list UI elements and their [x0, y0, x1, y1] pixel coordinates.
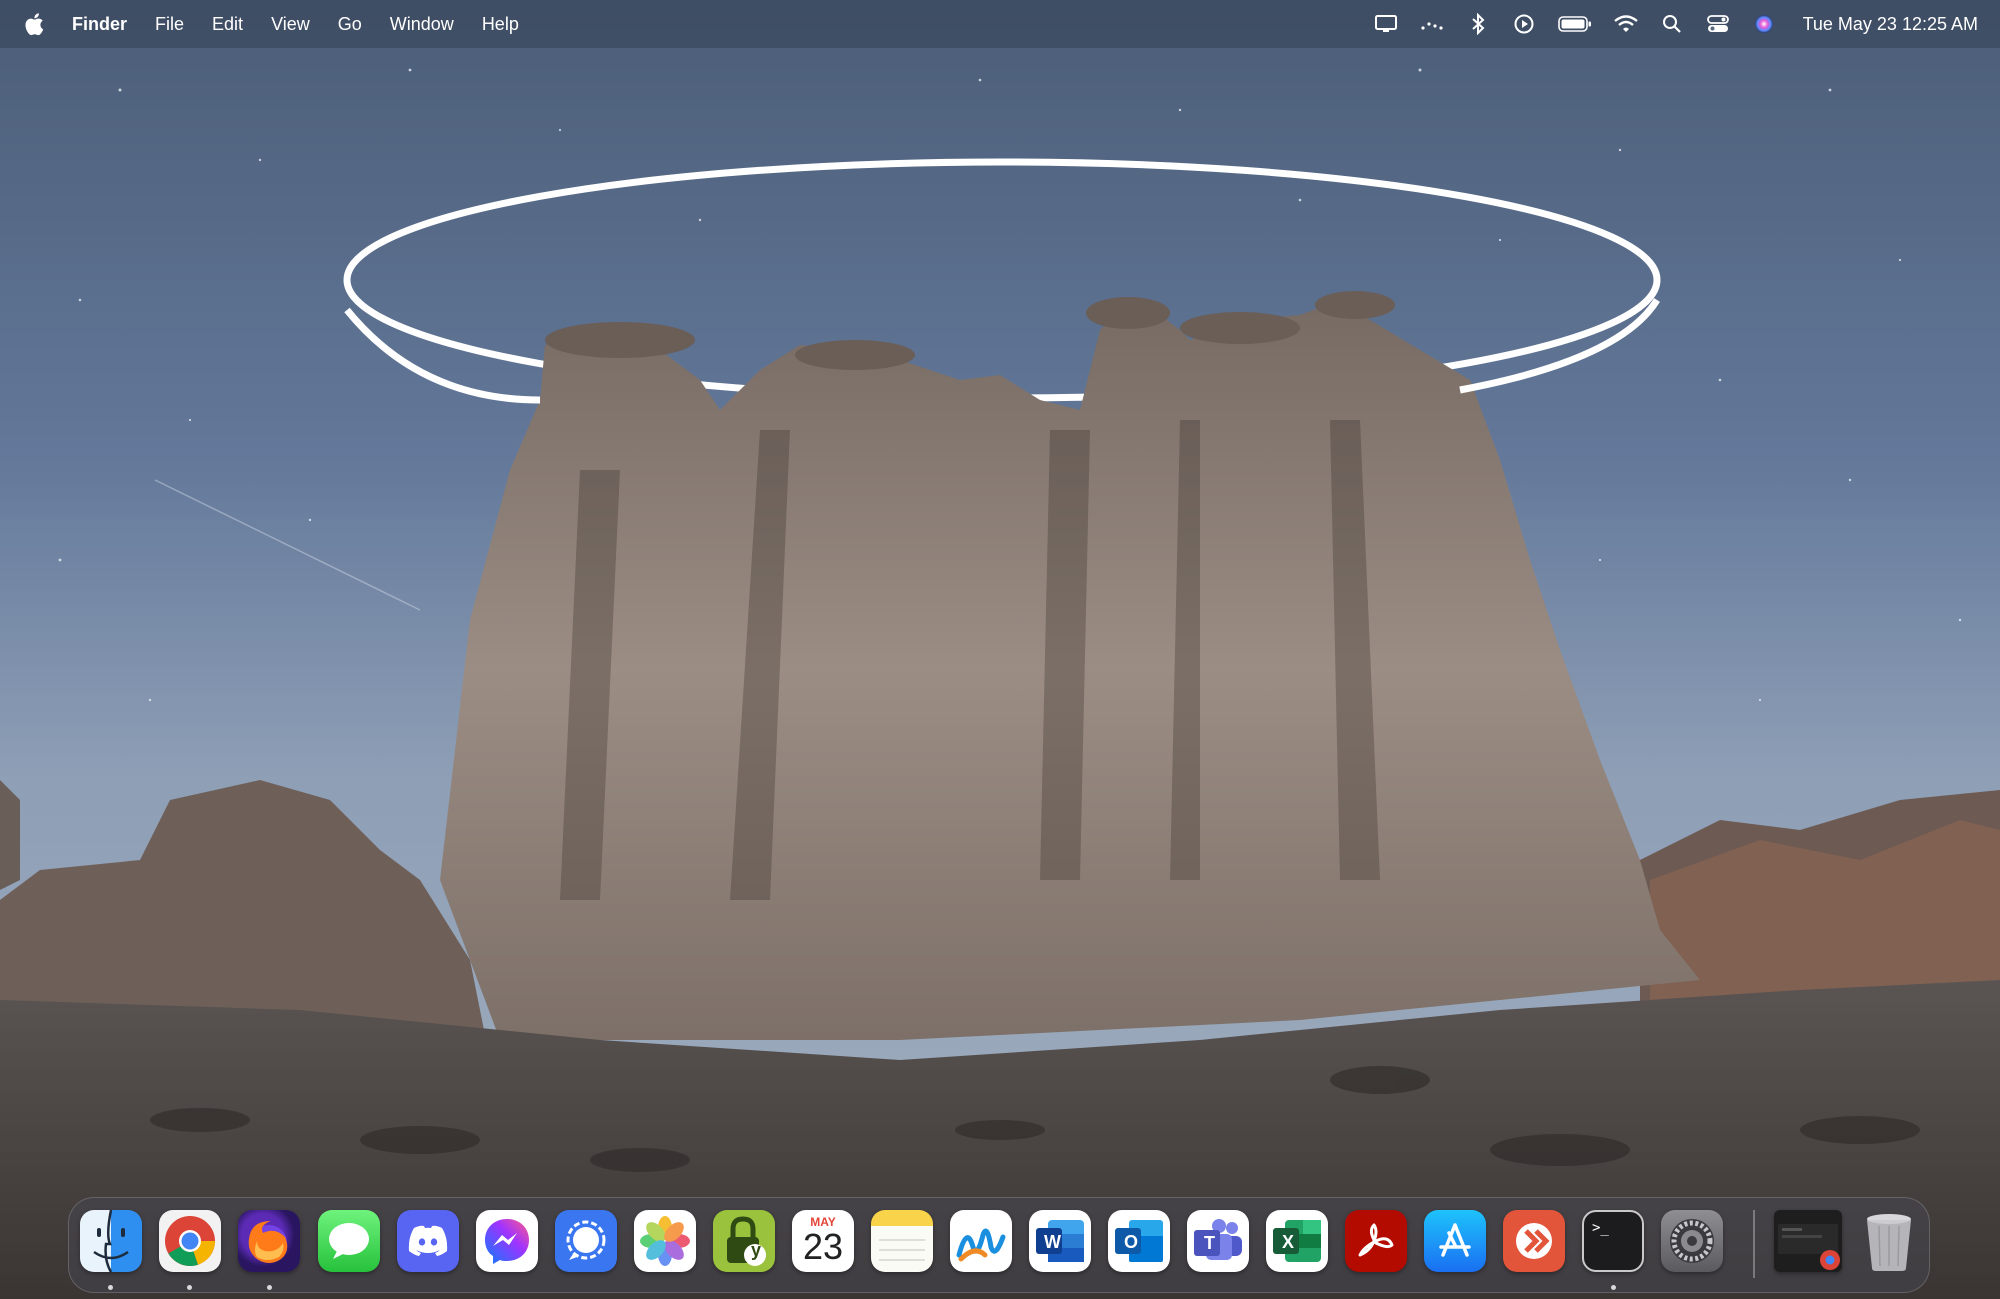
running-indicator — [187, 1285, 192, 1290]
dock-discord[interactable] — [397, 1210, 459, 1272]
menu-bar: Finder File Edit View Go Window Help Tue… — [0, 0, 2000, 48]
running-indicator — [1611, 1285, 1616, 1290]
discord-icon — [408, 1225, 448, 1256]
excel-letter: X — [1282, 1232, 1295, 1252]
teams-icon — [1194, 1219, 1242, 1260]
running-indicator — [267, 1285, 272, 1290]
freeform-icon — [956, 1228, 1006, 1262]
calendar-day: 23 — [802, 1226, 844, 1267]
dock-system-settings[interactable] — [1661, 1210, 1723, 1272]
settings-gear-icon — [1670, 1219, 1714, 1263]
acrobat-icon — [1358, 1223, 1394, 1257]
dock-outlook[interactable]: O — [1108, 1210, 1170, 1272]
display-icon[interactable] — [1373, 12, 1399, 36]
dock-photos[interactable] — [634, 1210, 696, 1272]
menu-file[interactable]: File — [155, 14, 184, 35]
dock-remote-desktop[interactable] — [1503, 1210, 1565, 1272]
dock-freeform[interactable] — [950, 1210, 1012, 1272]
signal-icon — [566, 1220, 606, 1260]
siri-icon[interactable] — [1751, 12, 1777, 36]
dock-separator — [1753, 1210, 1755, 1278]
dock-chrome[interactable] — [159, 1210, 221, 1272]
dock-calendar[interactable]: MAY 23 — [792, 1210, 854, 1272]
running-indicator — [108, 1285, 113, 1290]
spotlight-search-icon[interactable] — [1659, 12, 1685, 36]
menu-edit[interactable]: Edit — [212, 14, 243, 35]
dock-signal[interactable] — [555, 1210, 617, 1272]
dock-trash[interactable] — [1858, 1210, 1920, 1272]
menu-app-finder[interactable]: Finder — [72, 14, 127, 35]
dock-terminal[interactable]: >_ — [1582, 1210, 1644, 1272]
dock-finder[interactable] — [80, 1210, 142, 1272]
dock-word[interactable]: W — [1029, 1210, 1091, 1272]
chrome-icon — [165, 1216, 215, 1266]
battery-icon[interactable] — [1557, 12, 1593, 36]
dock-app-store[interactable] — [1424, 1210, 1486, 1272]
dock-teams[interactable]: T — [1187, 1210, 1249, 1272]
notes-icon — [879, 1239, 925, 1261]
firefox-icon — [248, 1221, 288, 1263]
play-circle-icon[interactable] — [1511, 12, 1537, 36]
chrome-window-thumbnail — [1778, 1224, 1840, 1270]
remote-desktop-icon — [1516, 1223, 1552, 1259]
menu-help[interactable]: Help — [482, 14, 519, 35]
messenger-icon — [485, 1219, 529, 1264]
app-store-icon — [1439, 1223, 1471, 1257]
finder-icon — [93, 1210, 129, 1272]
dock-acrobat[interactable] — [1345, 1210, 1407, 1272]
menu-window[interactable]: Window — [390, 14, 454, 35]
messages-icon — [329, 1223, 369, 1259]
bluetooth-icon[interactable] — [1465, 12, 1491, 36]
dock-firefox[interactable] — [238, 1210, 300, 1272]
menu-view[interactable]: View — [271, 14, 310, 35]
outlook-icon — [1115, 1220, 1163, 1262]
apple-menu-icon[interactable] — [24, 12, 44, 36]
status-area: Tue May 23 12:25 AM — [1353, 0, 1978, 48]
weather-dots-icon[interactable] — [1419, 12, 1445, 36]
menu-go[interactable]: Go — [338, 14, 362, 35]
dock-messages[interactable] — [318, 1210, 380, 1272]
dock-excel[interactable]: X — [1266, 1210, 1328, 1272]
menu-clock[interactable]: Tue May 23 12:25 AM — [1803, 14, 1978, 35]
wifi-icon[interactable] — [1613, 12, 1639, 36]
teams-letter: T — [1204, 1233, 1215, 1253]
yubico-letter: y — [751, 1240, 762, 1260]
outlook-letter: O — [1124, 1232, 1139, 1252]
control-center-icon[interactable] — [1705, 12, 1731, 36]
trash-icon — [1867, 1214, 1911, 1271]
terminal-icon: >_ — [1592, 1220, 1609, 1236]
dock-messenger[interactable] — [476, 1210, 538, 1272]
dock-notes[interactable] — [871, 1210, 933, 1272]
lock-y-icon — [727, 1216, 766, 1266]
dock-recent-chrome-window[interactable] — [1774, 1210, 1842, 1272]
word-letter: W — [1044, 1232, 1061, 1252]
photos-icon — [640, 1216, 690, 1266]
desktop-wallpaper — [0, 0, 2000, 1299]
dock-yubico-authenticator[interactable]: y — [713, 1210, 775, 1272]
excel-icon — [1273, 1220, 1321, 1262]
